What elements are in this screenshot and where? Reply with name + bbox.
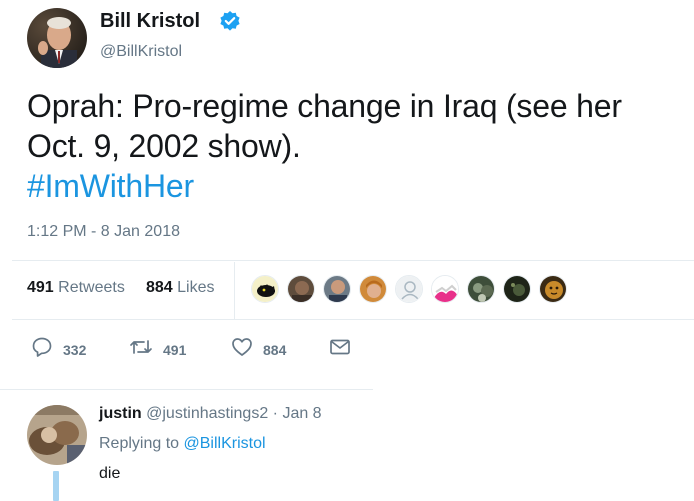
reply-author-handle[interactable]: @justinhastings2 [146,405,268,422]
verified-badge-icon [219,10,241,32]
replying-to: Replying to @BillKristol [99,435,266,453]
liker-avatar[interactable] [251,275,279,303]
tweet-text-line-1: Oprah: Pro-regime change in Iraq (see he… [27,88,622,124]
stats-divider [234,262,235,319]
reply-separator: · [268,405,283,422]
envelope-icon [329,339,351,361]
reply-icon [31,336,53,363]
like-count: 884 [263,341,287,358]
tweet-text-line-2: Oct. 9, 2002 show). [27,128,301,164]
author-avatar[interactable] [27,8,87,68]
like-action[interactable]: 884 [231,336,286,363]
likes-count: 884 [146,279,173,296]
heart-icon [231,336,253,363]
thread-connector [53,471,59,501]
divider-top [12,260,694,261]
author-name[interactable]: Bill Kristol [100,10,200,33]
tweet-text: Oprah: Pro-regime change in Iraq (see he… [27,86,687,206]
likes-stat[interactable]: 884 Likes [146,279,215,297]
direct-message-button[interactable] [329,337,351,362]
liker-avatar[interactable] [287,275,315,303]
liker-avatar[interactable] [503,275,531,303]
replying-to-handle-link[interactable]: @BillKristol [184,435,266,452]
author-handle[interactable]: @BillKristol [100,43,182,61]
divider-replies [0,389,373,390]
reply-author-name[interactable]: justin [99,405,142,422]
liker-avatar[interactable] [323,275,351,303]
reply-action[interactable]: 332 [31,336,86,363]
reply-header: justin @justinhastings2 · Jan 8 [99,405,322,423]
likes-label: Likes [177,279,215,296]
retweet-count: 491 [163,341,187,358]
liker-avatar[interactable] [467,275,495,303]
tweet-timestamp[interactable]: 1:12 PM - 8 Jan 2018 [27,223,180,241]
reply-text: die [99,465,121,482]
retweets-stat[interactable]: 491 Retweets [27,279,125,297]
retweet-icon [129,336,153,363]
liker-avatar[interactable] [539,275,567,303]
reply-date[interactable]: Jan 8 [282,405,321,422]
liker-avatar-default[interactable] [395,275,423,303]
divider-bottom [12,319,694,320]
liker-avatar[interactable] [359,275,387,303]
reply-count: 332 [63,341,87,358]
liker-avatar[interactable] [431,275,459,303]
hashtag-link[interactable]: #ImWithHer [27,166,687,206]
retweet-action[interactable]: 491 [129,336,186,363]
retweets-label: Retweets [58,279,125,296]
retweets-count: 491 [27,279,54,296]
reply-author-avatar[interactable] [27,405,87,465]
replying-to-label: Replying to [99,435,184,452]
